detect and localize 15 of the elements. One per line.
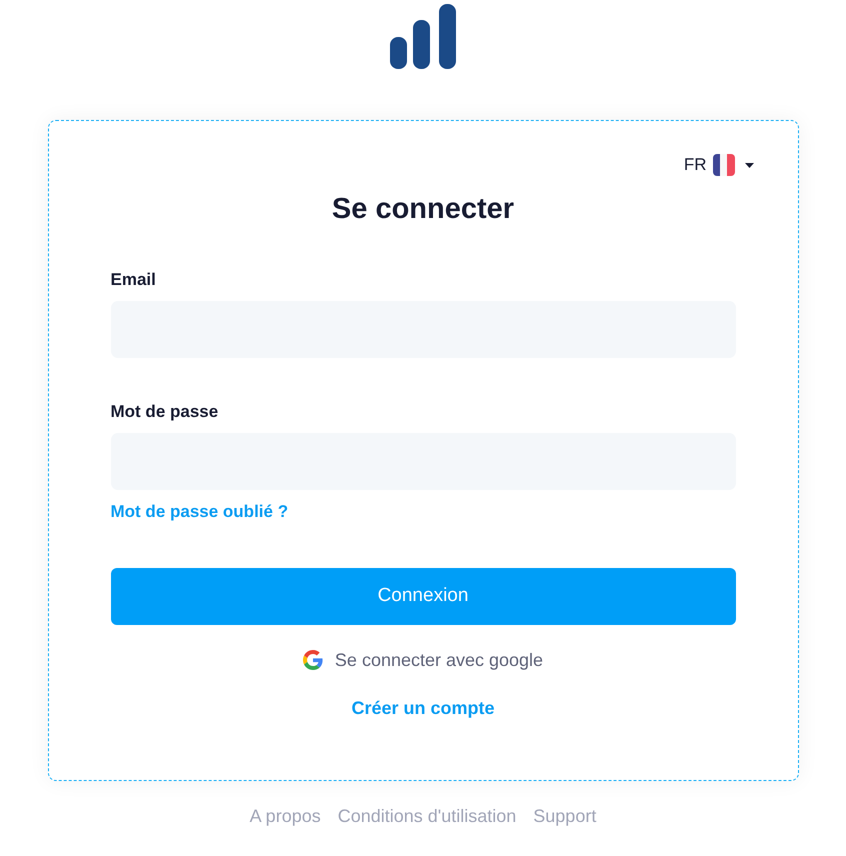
footer-link[interactable]: Support [533,805,596,827]
field-label: Mot de passe [110,402,220,422]
flag-icon [712,154,734,176]
caret-icon [744,162,754,168]
language-dropdown[interactable]: FR [684,153,754,177]
bar-chart-logo-icon [390,4,456,69]
footer-link[interactable]: A propos [250,805,321,827]
page-title: Se connecter [330,192,516,226]
field-label: Email [110,270,157,290]
google-signin-button[interactable]: Se connecter avec google [302,650,544,670]
create-account-link[interactable]: Créer un compte [351,698,495,718]
google-icon [302,650,323,670]
login-button[interactable]: Connexion [110,568,736,625]
footer-link[interactable]: Conditions d'utilisation [338,805,516,827]
forgot-password-link[interactable]: Mot de passe oublié ? [110,502,288,522]
